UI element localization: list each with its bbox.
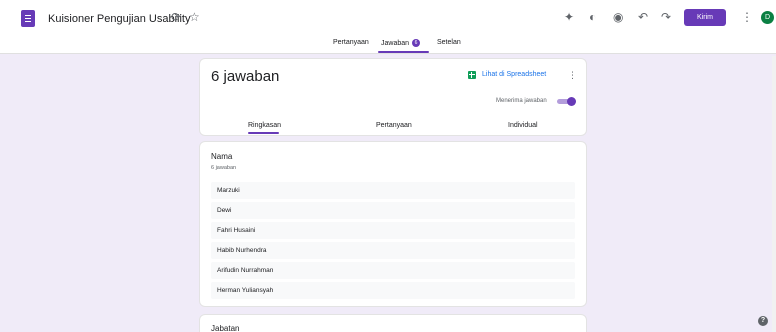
answer-item: Herman Yuliansyah — [211, 282, 575, 299]
move-to-folder-icon[interactable]: ⟳ — [171, 10, 181, 24]
answer-item: Arifudin Nurrahman — [211, 262, 575, 279]
answer-item: Fahri Husaini — [211, 222, 575, 239]
answer-item: Dewi — [211, 202, 575, 219]
preview-eye-icon[interactable]: ◉ — [613, 10, 623, 24]
subtab-individual[interactable]: Individual — [508, 122, 538, 129]
forms-logo-icon[interactable] — [21, 10, 35, 27]
next-question-title: Jabatan — [211, 324, 240, 332]
undo-icon[interactable]: ↶ — [638, 10, 648, 24]
question-summary-card: Nama 6 jawaban Marzuki Dewi Fahri Husain… — [199, 141, 587, 307]
answer-list: Marzuki Dewi Fahri Husaini Habib Nurhend… — [211, 182, 575, 302]
next-question-card: Jabatan — [199, 314, 587, 332]
page-scrollbar[interactable] — [772, 56, 776, 332]
tab-questions[interactable]: Pertanyaan — [333, 39, 369, 46]
sheets-icon[interactable] — [468, 71, 476, 79]
responses-count-badge: 6 — [412, 39, 421, 47]
accepting-responses-label: Menerima jawaban — [496, 98, 547, 104]
question-title: Nama — [211, 152, 233, 161]
add-ons-icon[interactable]: ✦ — [564, 10, 574, 24]
palette-icon[interactable]: ◐ — [589, 10, 596, 24]
responses-summary-card: 6 jawaban Lihat di Spreadsheet ⋮ Menerim… — [199, 58, 587, 136]
account-avatar[interactable]: D — [761, 11, 774, 24]
active-subtab-indicator — [248, 132, 279, 134]
tab-responses[interactable]: Jawaban 6 — [381, 39, 421, 47]
document-title[interactable]: Kuisioner Pengujian Usability — [48, 13, 190, 25]
subtab-summary[interactable]: Ringkasan — [248, 122, 281, 129]
subtab-question[interactable]: Pertanyaan — [376, 122, 412, 129]
tab-responses-label: Jawaban — [381, 39, 410, 47]
help-icon[interactable]: ? — [758, 316, 768, 326]
answer-item: Marzuki — [211, 182, 575, 199]
redo-icon[interactable]: ↷ — [661, 10, 671, 24]
responses-more-icon[interactable]: ⋮ — [568, 70, 577, 81]
tab-settings[interactable]: Setelan — [437, 39, 461, 46]
answer-item: Habib Nurhendra — [211, 242, 575, 259]
more-options-icon[interactable]: ⋮ — [741, 10, 753, 24]
question-response-count: 6 jawaban — [211, 165, 237, 171]
active-tab-indicator — [378, 51, 429, 53]
form-tabs: Pertanyaan Jawaban 6 Setelan — [0, 36, 776, 54]
responses-count-heading: 6 jawaban — [211, 68, 280, 85]
top-app-bar: Kuisioner Pengujian Usability ⟳ ☆ ✦ ◐ ◉ … — [0, 0, 776, 36]
send-button[interactable]: Kirim — [684, 9, 726, 26]
star-icon[interactable]: ☆ — [189, 10, 200, 24]
view-in-sheets-link[interactable]: Lihat di Spreadsheet — [482, 71, 546, 78]
toggle-knob — [567, 97, 576, 106]
accepting-responses-toggle[interactable] — [557, 97, 576, 106]
